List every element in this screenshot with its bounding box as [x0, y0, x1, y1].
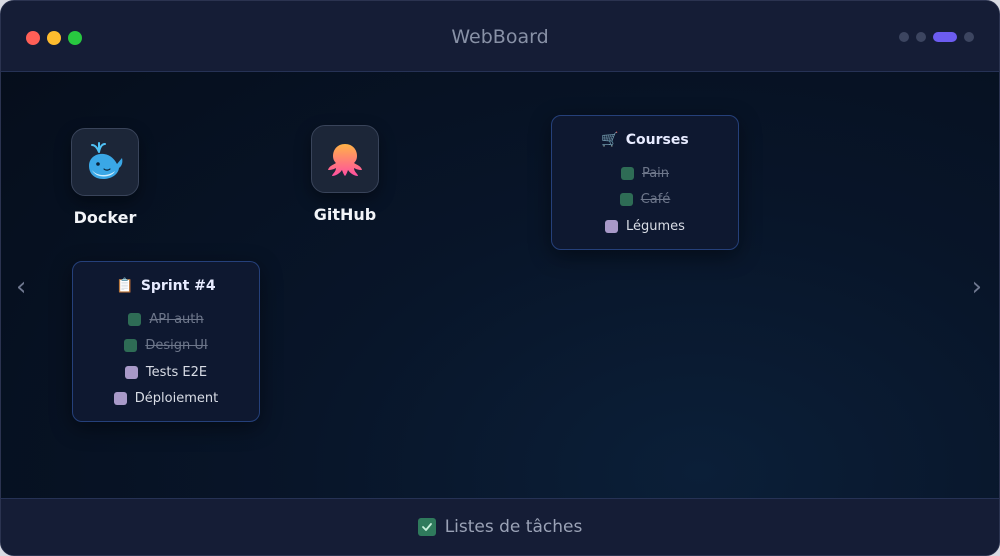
- page-dot-2[interactable]: [916, 32, 926, 42]
- page-dot-3-active[interactable]: [933, 32, 957, 42]
- task-label: Café: [640, 192, 671, 208]
- task-item[interactable]: Pain: [552, 160, 738, 187]
- task-item[interactable]: Design UI: [73, 333, 259, 360]
- app-github[interactable]: GitHub: [290, 125, 400, 224]
- task-item[interactable]: Déploiement: [73, 386, 259, 413]
- task-label: Légumes: [626, 218, 685, 234]
- task-item[interactable]: API auth: [73, 306, 259, 333]
- widget-title-sprint-text: Sprint #4: [140, 278, 216, 294]
- page-indicator: [899, 32, 974, 42]
- page-dot-1[interactable]: [899, 32, 909, 42]
- checkbox-unchecked-icon[interactable]: [113, 392, 127, 406]
- checkbox-checked-icon[interactable]: [128, 312, 142, 326]
- footer-bar: Listes de tâches: [1, 498, 999, 555]
- task-label: Déploiement: [134, 391, 219, 407]
- task-label: Design UI: [145, 338, 208, 354]
- page-dot-4[interactable]: [964, 32, 974, 42]
- widget-title-sprint: 📋 Sprint #4: [73, 278, 259, 294]
- github-octopus-icon[interactable]: [311, 125, 379, 193]
- window-title: WebBoard: [451, 26, 549, 48]
- checkbox-checked-icon[interactable]: [620, 166, 634, 180]
- checkbox-unchecked-icon[interactable]: [605, 219, 619, 233]
- title-bar: WebBoard: [1, 1, 999, 72]
- next-page-button[interactable]: ›: [972, 274, 982, 300]
- shopping-cart-icon: 🛒: [601, 132, 619, 148]
- clipboard-icon: 📋: [116, 278, 134, 294]
- task-item[interactable]: Tests E2E: [73, 359, 259, 386]
- board-area: ‹ › Docker GitHub 🛒 Courses Pain Café Lé…: [1, 72, 999, 498]
- app-docker[interactable]: Docker: [50, 128, 160, 227]
- widget-courses[interactable]: 🛒 Courses Pain Café Légumes: [551, 115, 739, 250]
- footer-label[interactable]: Listes de tâches: [445, 517, 583, 537]
- previous-page-button[interactable]: ‹: [16, 274, 26, 300]
- app-label-docker: Docker: [73, 208, 137, 227]
- task-label: API auth: [149, 311, 204, 327]
- checkbox-unchecked-icon[interactable]: [124, 365, 138, 379]
- docker-whale-icon[interactable]: [71, 128, 139, 196]
- checkbox-checked-icon[interactable]: [417, 518, 436, 536]
- task-label: Pain: [641, 165, 670, 181]
- checkbox-checked-icon[interactable]: [124, 339, 138, 353]
- widget-title-courses-text: Courses: [625, 132, 689, 148]
- app-window: WebBoard ‹ › Docker GitHub 🛒 Courses Pai…: [0, 0, 1000, 556]
- checkbox-checked-icon[interactable]: [619, 193, 633, 207]
- task-label: Tests E2E: [145, 364, 208, 380]
- task-item[interactable]: Légumes: [552, 213, 738, 240]
- app-label-github: GitHub: [313, 205, 377, 224]
- widget-sprint[interactable]: 📋 Sprint #4 API auth Design UI Tests E2E…: [72, 261, 260, 422]
- widget-title-courses: 🛒 Courses: [552, 132, 738, 148]
- task-item[interactable]: Café: [552, 187, 738, 214]
